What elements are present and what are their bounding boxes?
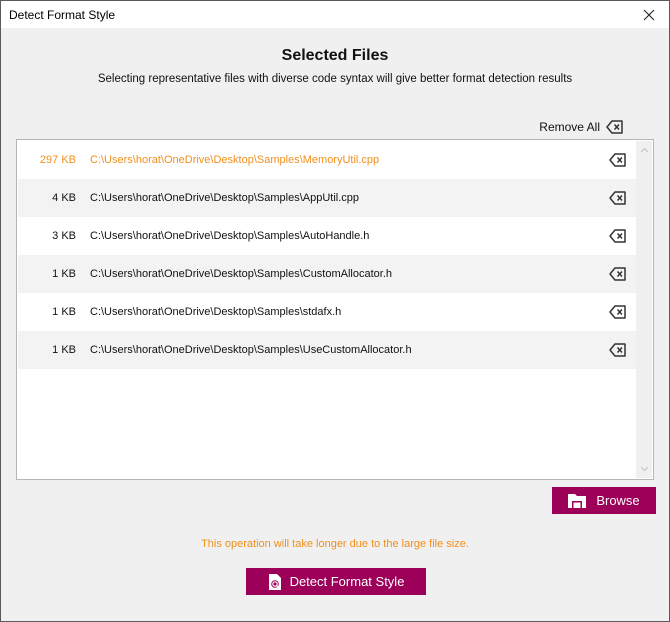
file-size: 1 KB [52, 344, 76, 356]
remove-file-button[interactable] [609, 152, 627, 168]
window-title: Detect Format Style [9, 8, 116, 22]
chevron-down-icon [640, 466, 648, 472]
file-list-items: 297 KB C:\Users\horat\OneDrive\Desktop\Sa… [18, 141, 637, 369]
backspace-delete-icon [609, 343, 626, 357]
file-row[interactable]: 1 KB C:\Users\horat\OneDrive\Desktop\Samp… [18, 255, 637, 293]
file-row[interactable]: 1 KB C:\Users\horat\OneDrive\Desktop\Samp… [18, 331, 637, 369]
remove-all-button[interactable]: Remove All [539, 119, 624, 135]
file-path: C:\Users\horat\OneDrive\Desktop\Samples\… [90, 268, 393, 280]
backspace-delete-icon [609, 305, 626, 319]
dialog-window: Detect Format Style Selected Files Selec… [0, 0, 670, 622]
file-size: 297 KB [39, 154, 76, 166]
file-size: 4 KB [52, 192, 76, 204]
file-search-icon [268, 573, 281, 590]
browse-button[interactable]: Browse [552, 487, 656, 514]
file-row[interactable]: 1 KB C:\Users\horat\OneDrive\Desktop\Samp… [18, 293, 637, 331]
detect-label: Detect Format Style [289, 574, 405, 589]
file-row[interactable]: 3 KB C:\Users\horat\OneDrive\Desktop\Samp… [18, 217, 637, 255]
file-size: 1 KB [52, 268, 76, 280]
scroll-down-button[interactable] [636, 462, 652, 476]
large-file-warning: This operation will take longer due to t… [201, 538, 469, 550]
backspace-delete-icon [609, 229, 626, 243]
remove-file-button[interactable] [609, 228, 627, 244]
remove-file-button[interactable] [609, 266, 627, 282]
detect-format-style-button[interactable]: Detect Format Style [246, 568, 426, 595]
remove-file-button[interactable] [609, 342, 627, 358]
page-subtitle: Selecting representative files with dive… [97, 73, 573, 85]
browse-label: Browse [596, 493, 640, 508]
close-button[interactable] [629, 1, 669, 28]
chevron-up-icon [640, 147, 648, 153]
title-bar: Detect Format Style [1, 1, 669, 28]
file-path: C:\Users\horat\OneDrive\Desktop\Samples\… [90, 192, 359, 204]
file-list: 297 KB C:\Users\horat\OneDrive\Desktop\Sa… [16, 139, 654, 480]
remove-all-label: Remove All [539, 120, 600, 134]
scrollbar[interactable] [636, 141, 652, 478]
backspace-delete-icon [609, 191, 626, 205]
folder-icon [568, 494, 587, 508]
file-path: C:\Users\horat\OneDrive\Desktop\Samples\… [90, 154, 380, 166]
file-size: 1 KB [52, 306, 76, 318]
page-title: Selected Files [281, 47, 389, 64]
backspace-delete-icon [609, 153, 626, 167]
close-icon [643, 9, 655, 20]
remove-file-button[interactable] [609, 190, 627, 206]
file-path: C:\Users\horat\OneDrive\Desktop\Samples\… [90, 230, 370, 242]
file-path: C:\Users\horat\OneDrive\Desktop\Samples\… [90, 344, 412, 356]
file-row[interactable]: 4 KB C:\Users\horat\OneDrive\Desktop\Samp… [18, 179, 637, 217]
backspace-delete-icon [606, 120, 623, 134]
file-row[interactable]: 297 KB C:\Users\horat\OneDrive\Desktop\Sa… [18, 141, 637, 179]
file-size: 3 KB [52, 230, 76, 242]
backspace-delete-icon [609, 267, 626, 281]
remove-file-button[interactable] [609, 304, 627, 320]
file-path: C:\Users\horat\OneDrive\Desktop\Samples\… [90, 306, 342, 318]
scroll-up-button[interactable] [636, 143, 652, 157]
